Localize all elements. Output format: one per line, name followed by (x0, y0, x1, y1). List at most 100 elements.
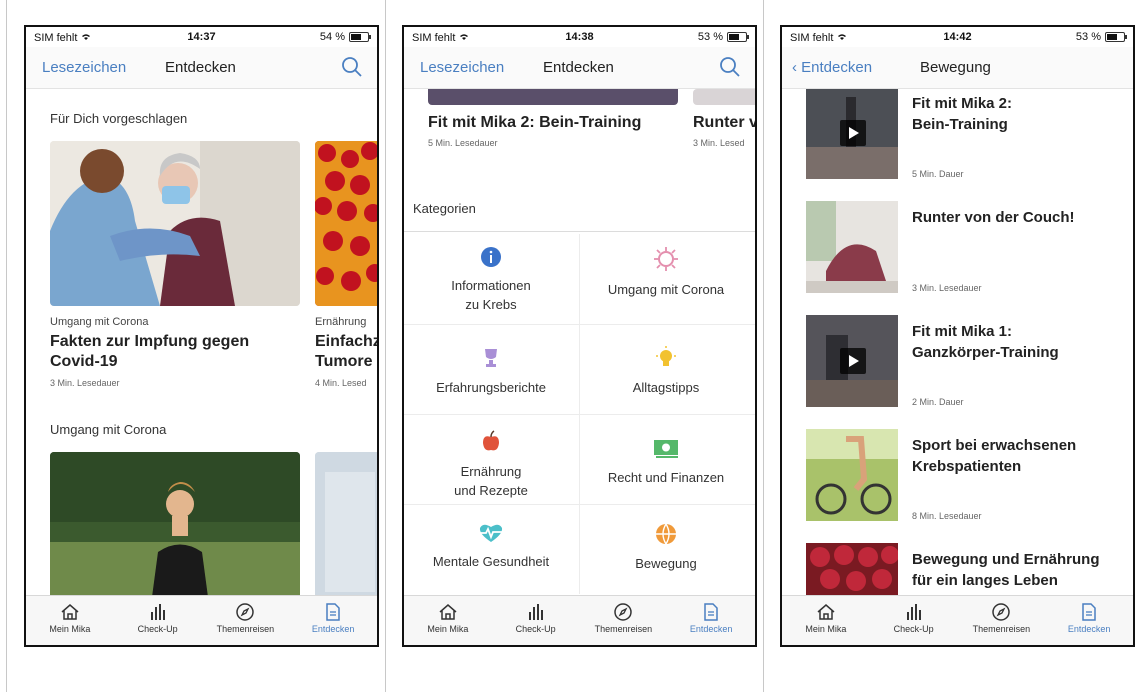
battery-icon (349, 32, 371, 42)
tab-check-up[interactable]: Check-Up (492, 596, 580, 645)
tab-bar: Mein Mika Check-Up Themenreisen Entdecke… (782, 595, 1133, 645)
document-icon (1082, 603, 1096, 621)
document-icon (326, 603, 340, 621)
item-meta: 3 Min. Lesedauer (912, 283, 982, 293)
ball-icon (656, 523, 676, 545)
panel-divider (763, 0, 764, 692)
phone-screen-entdecken-categories: SIM fehlt 14:38 53 % Lesezeichen Entdeck… (402, 25, 757, 647)
card-category: Ernährung (315, 316, 367, 328)
list-item[interactable]: Sport bei erwachsenen Krebspatienten 8 M… (782, 429, 1133, 543)
document-icon (704, 603, 718, 621)
tab-entdecken[interactable]: Entdecken (1045, 596, 1133, 645)
heartbeat-icon (479, 524, 503, 542)
lightbulb-icon (656, 346, 676, 366)
card-image-woman-park[interactable] (50, 452, 300, 595)
bookmarks-link[interactable]: Lesezeichen (42, 59, 126, 76)
tab-themenreisen[interactable]: Themenreisen (202, 596, 290, 645)
home-icon (61, 604, 79, 620)
item-title: Runter von der Couch! (912, 209, 1075, 226)
section-title-corona: Umgang mit Corona (50, 422, 167, 437)
card-title[interactable]: Runter v (693, 113, 755, 133)
tab-check-up[interactable]: Check-Up (870, 596, 958, 645)
category-umgang-mit-corona[interactable]: Umgang mit Corona (579, 246, 753, 334)
bar-chart-icon (528, 604, 543, 620)
phone-screen-bewegung: SIM fehlt 14:42 53 % ‹ Entdecken Bewegun… (780, 25, 1135, 647)
card-meta: 5 Min. Lesedauer (428, 138, 498, 148)
back-button[interactable]: ‹ Entdecken (792, 59, 872, 76)
battery-icon (727, 32, 749, 42)
card-meta: 3 Min. Lesedauer (50, 378, 120, 388)
bar-chart-icon (906, 604, 921, 620)
play-icon (840, 120, 866, 146)
play-icon (840, 348, 866, 374)
item-title: Fit mit Mika 1: Ganzkörper-Training (912, 323, 1059, 361)
bookmarks-link[interactable]: Lesezeichen (420, 59, 504, 76)
list-item[interactable]: Bewegung und Ernährung für ein langes Leb… (782, 543, 1133, 595)
category-ernaehrung-und-rezepte[interactable]: Ernährung und Rezepte (404, 430, 578, 518)
tab-mein-mika[interactable]: Mein Mika (26, 596, 114, 645)
bar-chart-icon (150, 604, 165, 620)
apple-icon (483, 430, 499, 451)
card-image-cherries[interactable] (315, 141, 377, 306)
page-title: Bewegung (920, 59, 991, 76)
category-erfahrungsberichte[interactable]: Erfahrungsberichte (404, 346, 578, 434)
card-meta: 4 Min. Lesed (315, 378, 367, 388)
search-icon[interactable] (719, 56, 741, 78)
list-item[interactable]: Fit mit Mika 1: Ganzkörper-Training 2 Min… (782, 315, 1133, 429)
category-mentale-gesundheit[interactable]: Mentale Gesundheit (404, 522, 578, 595)
category-recht-und-finanzen[interactable]: Recht und Finanzen (579, 436, 753, 524)
tab-entdecken[interactable]: Entdecken (289, 596, 377, 645)
page-title: Entdecken (543, 59, 614, 76)
card-image-fit-mika-2[interactable] (428, 89, 678, 105)
tab-entdecken[interactable]: Entdecken (667, 596, 755, 645)
card-category: Umgang mit Corona (50, 316, 149, 328)
thumbnail (806, 543, 898, 595)
home-icon (817, 604, 835, 620)
thumbnail (806, 429, 898, 521)
home-icon (439, 604, 457, 620)
navigation-bar: Lesezeichen Entdecken (26, 47, 377, 89)
page-title: Entdecken (165, 59, 236, 76)
navigation-bar: ‹ Entdecken Bewegung (782, 47, 1133, 89)
card-image-partial[interactable] (315, 452, 377, 595)
money-icon (654, 440, 678, 458)
card-image-partial[interactable] (693, 89, 755, 105)
card-meta: 3 Min. Lesed (693, 138, 745, 148)
card-title[interactable]: Fakten zur Impfung gegen Covid-19 (50, 332, 249, 372)
battery-status: 54 % (320, 31, 371, 43)
list-item[interactable]: Runter von der Couch! 3 Min. Lesedauer (782, 201, 1133, 315)
section-title-categories: Kategorien (413, 201, 476, 216)
panel-divider (385, 0, 386, 692)
item-title: Sport bei erwachsenen Krebspatienten (912, 437, 1077, 475)
search-icon[interactable] (341, 56, 363, 78)
thumbnail (806, 89, 898, 179)
category-alltagstipps[interactable]: Alltagstipps (579, 346, 753, 434)
thumbnail (806, 315, 898, 407)
item-meta: 2 Min. Dauer (912, 397, 964, 407)
frame-border-left (6, 0, 7, 692)
divider (404, 231, 755, 232)
info-icon (481, 247, 501, 267)
thumbnail (806, 201, 898, 293)
chevron-left-icon: ‹ (792, 59, 802, 76)
battery-status: 53 % (698, 31, 749, 43)
category-informationen-zu-krebs[interactable]: Informationen zu Krebs (404, 246, 578, 334)
item-meta: 5 Min. Dauer (912, 169, 964, 179)
battery-status: 53 % (1076, 31, 1127, 43)
list-item[interactable]: Fit mit Mika 2: Bein-Training 5 Min. Daue… (782, 89, 1133, 201)
card-title[interactable]: Fit mit Mika 2: Bein-Training (428, 113, 641, 133)
card-title[interactable]: Einfachz Tumore (315, 332, 377, 372)
tab-check-up[interactable]: Check-Up (114, 596, 202, 645)
tab-themenreisen[interactable]: Themenreisen (958, 596, 1046, 645)
tab-mein-mika[interactable]: Mein Mika (404, 596, 492, 645)
tab-mein-mika[interactable]: Mein Mika (782, 596, 870, 645)
item-title: Bewegung und Ernährung für ein langes Leb… (912, 551, 1100, 589)
tab-bar: Mein Mika Check-Up Themenreisen Entdecke… (404, 595, 755, 645)
compass-icon (614, 603, 633, 621)
category-bewegung[interactable]: Bewegung (579, 522, 753, 595)
card-image-vaccination[interactable] (50, 141, 300, 306)
content-area: Fit mit Mika 2: Bein-Training 5 Min. Daue… (782, 89, 1133, 595)
item-title: Fit mit Mika 2: Bein-Training (912, 95, 1013, 133)
phone-screen-entdecken: SIM fehlt 14:37 54 % Lesezeichen Entdeck… (24, 25, 379, 647)
tab-themenreisen[interactable]: Themenreisen (580, 596, 668, 645)
